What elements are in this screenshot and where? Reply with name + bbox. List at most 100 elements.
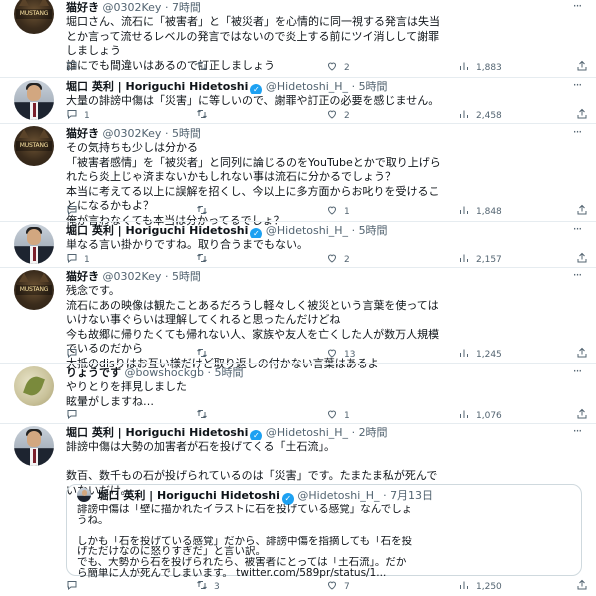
tweet[interactable]: 堀口 英利 | Horiguchi Hidetoshi ✓ @Hidetoshi_… [0,222,596,268]
views-button[interactable]: 2,157 [458,252,502,266]
reply-button[interactable] [66,204,84,218]
author-name[interactable]: 堀口 英利 | Horiguchi Hidetoshi [66,224,248,237]
bar-chart-icon [460,110,468,118]
views-button[interactable]: 2,458 [458,108,502,122]
reply-button[interactable] [66,408,84,422]
more-options-icon[interactable]: ··· [570,223,584,238]
quoted-author-name: 堀口 英利 | Horiguchi Hidetoshi [97,489,280,502]
tweet-time[interactable]: 2時間 [359,426,388,439]
retweet-button[interactable] [196,408,214,422]
reply-button[interactable]: 1 [66,252,90,266]
avatar[interactable] [14,366,54,406]
views-button[interactable]: 1,076 [458,408,502,422]
author-handle[interactable]: @Hidetoshi_H_ [266,80,348,93]
retweet-button[interactable] [196,204,214,218]
heart-icon [327,349,337,358]
share-button[interactable] [576,204,588,218]
more-options-icon[interactable]: ··· [570,425,584,440]
quoted-author-handle: @Hidetoshi_H_ [297,489,380,502]
retweet-button[interactable]: 3 [196,579,220,593]
share-button[interactable] [576,60,588,74]
share-button[interactable] [576,408,588,422]
separator-dot: · [164,1,169,14]
author-handle[interactable]: @0302Key [103,1,162,14]
retweet-button[interactable] [196,347,214,361]
heart-icon [327,62,337,71]
tweet-header: 猫好き @0302Key · 5時間 [66,270,584,284]
reply-button[interactable] [66,579,84,593]
author-name[interactable]: 猫好き [66,1,99,14]
tweet[interactable]: MUSTANG 猫好き @0302Key · 5時間 ··· その気持ちも少しは… [0,124,596,227]
share-button[interactable] [576,108,588,122]
tweet-time[interactable]: 5時間 [172,270,201,283]
like-button[interactable]: 2 [326,108,350,122]
reply-button[interactable]: 1 [66,108,90,122]
author-name[interactable]: 猫好き [66,270,99,283]
tweet[interactable]: MUSTANG 猫好き @0302Key · 5時間 ··· 残念です。 流石に… [0,268,596,370]
more-options-icon[interactable]: ··· [570,79,584,94]
author-handle[interactable]: @Hidetoshi_H_ [266,426,348,439]
like-button[interactable]: 1 [326,408,350,422]
reply-icon [67,581,77,591]
more-options-icon[interactable]: ··· [570,269,584,284]
retweet-icon [197,205,207,215]
tweet-actions: 1 1,076 [66,408,588,422]
tweet-time[interactable]: 5時間 [359,224,388,237]
avatar[interactable]: MUSTANG [14,126,54,166]
tweet-header: りょうです @bowshockgb · 5時間 [66,366,584,380]
bar-chart-icon [460,62,468,70]
like-button[interactable]: 2 [326,60,350,74]
tweet[interactable]: 堀口 英利 | Horiguchi Hidetoshi ✓ @Hidetoshi_… [0,78,596,124]
tweet-time[interactable]: 5時間 [359,80,388,93]
avatar[interactable] [14,80,54,120]
tweet-actions: 13 1,245 [66,347,588,361]
reply-icon [67,206,77,216]
like-button[interactable]: 13 [326,347,355,361]
quoted-tweet[interactable]: 堀口 英利 | Horiguchi Hidetoshi ✓ @Hidetoshi_… [66,484,582,579]
bar-chart-icon [460,581,468,589]
author-name[interactable]: りょうです [66,366,121,379]
reply-button[interactable] [66,347,84,361]
more-options-icon[interactable]: ··· [570,365,584,380]
avatar[interactable]: MUSTANG [14,0,54,34]
separator-dot: · [164,127,169,140]
like-button[interactable]: 2 [326,252,350,266]
author-name[interactable]: 堀口 英利 | Horiguchi Hidetoshi [66,80,248,93]
avatar-logo-text: MUSTANG [16,285,52,295]
reply-icon [67,62,77,72]
author-handle[interactable]: @Hidetoshi_H_ [266,224,348,237]
share-button[interactable] [576,579,588,593]
like-button[interactable]: 1 [326,204,350,218]
views-button[interactable]: 1,245 [458,347,502,361]
heart-icon [327,581,337,590]
more-options-icon[interactable]: ··· [570,0,584,15]
tweet-time[interactable]: 5時間 [215,366,244,379]
share-icon [577,579,587,590]
author-handle[interactable]: @bowshockgb [125,366,205,379]
share-button[interactable] [576,347,588,361]
reply-button[interactable] [66,60,84,74]
retweet-button[interactable] [196,252,214,266]
views-button[interactable]: 1,883 [458,60,502,74]
avatar[interactable] [14,426,54,466]
author-name[interactable]: 堀口 英利 | Horiguchi Hidetoshi [66,426,248,439]
tweet-time[interactable]: 7時間 [172,1,201,14]
like-button[interactable]: 7 [326,579,350,593]
views-button[interactable]: 1,848 [458,204,502,218]
author-handle[interactable]: @0302Key [103,127,162,140]
tweet[interactable]: MUSTANG 猫好き @0302Key · 7時間 ··· 堀口さん、流石に「… [0,0,596,78]
avatar[interactable]: MUSTANG [14,270,54,310]
share-button[interactable] [576,252,588,266]
tweet-time[interactable]: 5時間 [172,127,201,140]
more-options-icon[interactable]: ··· [570,126,584,141]
bar-chart-icon [460,410,468,418]
author-handle[interactable]: @0302Key [103,270,162,283]
retweet-button[interactable] [196,60,214,74]
retweet-button[interactable] [196,108,214,122]
tweet[interactable]: りょうです @bowshockgb · 5時間 ··· やりとりを拝見しました … [0,364,596,424]
views-button[interactable]: 1,250 [458,579,502,593]
quoted-tweet-text: 誹謗中傷は「壁に描かれたイラストに石を投げている感覚」なんでしょ うね。 しかも… [77,504,413,579]
avatar[interactable] [14,224,54,264]
author-name[interactable]: 猫好き [66,127,99,140]
tweet[interactable]: 堀口 英利 | Horiguchi Hidetoshi ✓ @Hidetoshi_… [0,424,596,596]
